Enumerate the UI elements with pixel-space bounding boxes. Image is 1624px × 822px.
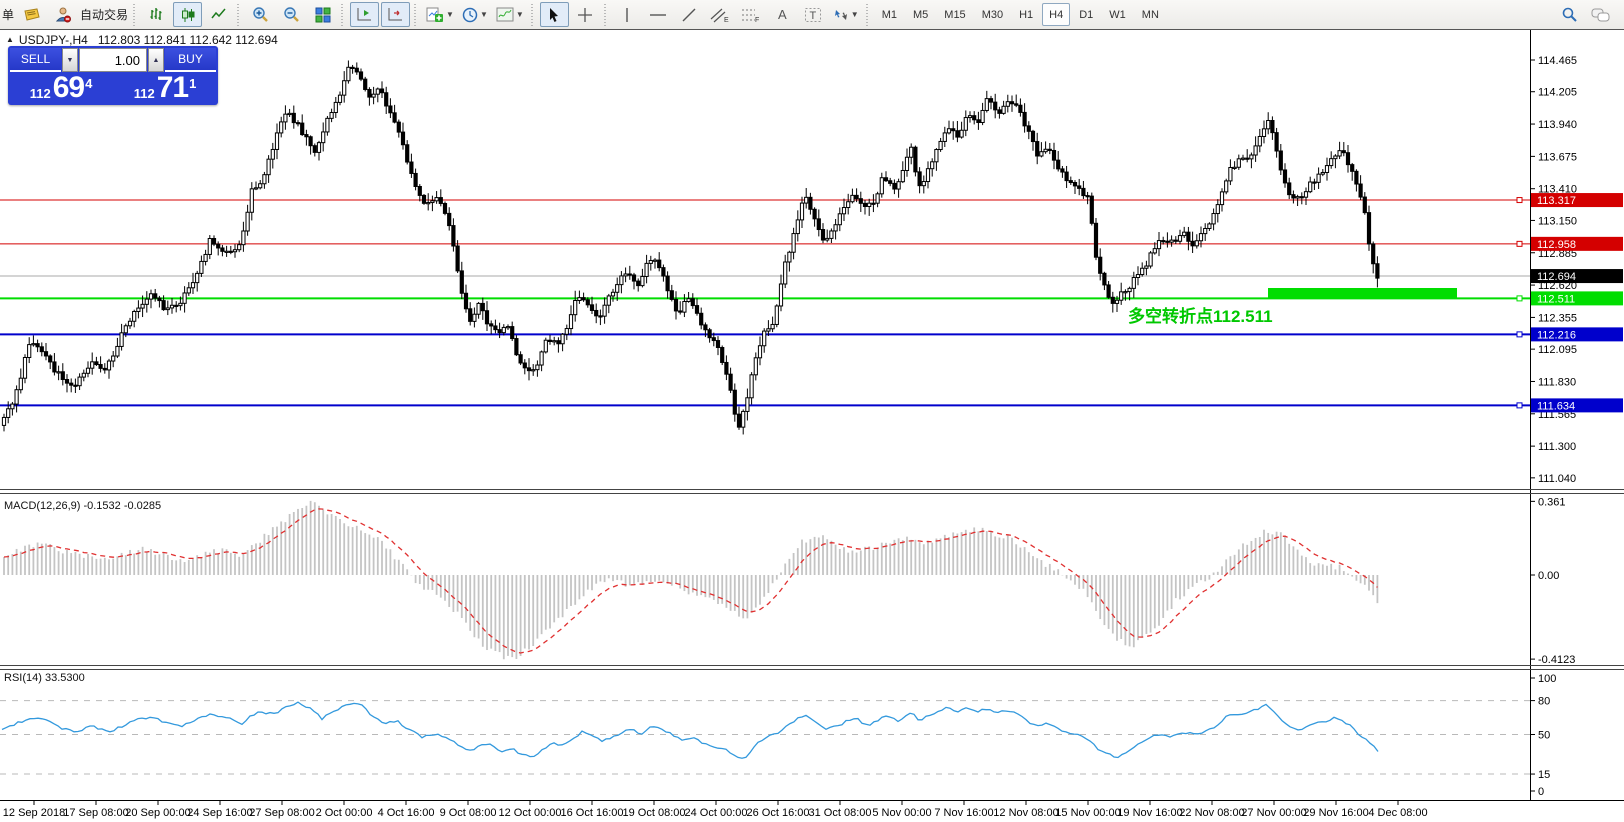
svg-text:113.317: 113.317 [1537, 195, 1576, 207]
sell-price-big: 69 [53, 73, 84, 103]
svg-text:112.694: 112.694 [1537, 271, 1576, 283]
svg-text:27 Nov 00:00: 27 Nov 00:00 [1241, 807, 1306, 819]
pivot-green-bar [1268, 288, 1457, 298]
rsi-indicator-label: RSI(14) 33.5300 [4, 672, 85, 684]
svg-text:114.465: 114.465 [1538, 55, 1577, 67]
svg-text:12 Oct 00:00: 12 Oct 00:00 [499, 807, 562, 819]
svg-text:112.095: 112.095 [1538, 344, 1577, 356]
volume-input[interactable] [79, 48, 147, 72]
svg-text:24 Sep 16:00: 24 Sep 16:00 [187, 807, 252, 819]
svg-text:19 Oct 08:00: 19 Oct 08:00 [623, 807, 686, 819]
sell-price-small: 112 [30, 87, 51, 100]
svg-text:0.361: 0.361 [1538, 496, 1566, 508]
svg-text:20 Sep 00:00: 20 Sep 00:00 [125, 807, 190, 819]
svg-text:111.040: 111.040 [1538, 473, 1576, 485]
volume-up-button[interactable]: ▲ [148, 48, 164, 72]
svg-text:113.675: 113.675 [1538, 151, 1577, 163]
sell-price-pip: 4 [85, 77, 92, 90]
svg-text:15: 15 [1538, 769, 1550, 781]
svg-text:112.511: 112.511 [1537, 293, 1575, 305]
svg-text:29 Nov 16:00: 29 Nov 16:00 [1303, 807, 1368, 819]
svg-text:112.216: 112.216 [1537, 329, 1576, 341]
svg-text:113.150: 113.150 [1538, 215, 1577, 227]
svg-text:2 Oct 00:00: 2 Oct 00:00 [316, 807, 373, 819]
svg-text:16 Oct 16:00: 16 Oct 16:00 [561, 807, 624, 819]
chart-frame [0, 30, 1624, 801]
svg-text:0: 0 [1538, 786, 1544, 798]
one-click-trading-panel: SELL ▼ ▲ BUY 112694 112711 [8, 46, 218, 105]
svg-text:31 Oct 08:00: 31 Oct 08:00 [809, 807, 872, 819]
svg-text:24 Oct 00:00: 24 Oct 00:00 [685, 807, 748, 819]
svg-text:112.958: 112.958 [1537, 239, 1576, 251]
svg-text:-0.4123: -0.4123 [1538, 654, 1575, 666]
buy-price-big: 71 [157, 73, 188, 103]
date-axis: 12 Sep 201817 Sep 08:0020 Sep 00:0024 Se… [3, 800, 1428, 819]
pivot-highlight [1268, 288, 1457, 298]
svg-text:12 Sep 2018: 12 Sep 2018 [3, 807, 65, 819]
svg-text:80: 80 [1538, 696, 1550, 708]
rsi-pane [0, 701, 1530, 774]
svg-text:12 Nov 08:00: 12 Nov 08:00 [993, 807, 1058, 819]
pivot-annotation-text: 多空转折点112.511 [1128, 302, 1273, 327]
svg-text:5 Nov 00:00: 5 Nov 00:00 [872, 807, 931, 819]
symbol-timeframe-label: USDJPY-,H4 [19, 33, 88, 47]
price-axis: 114.465114.205113.940113.675113.410113.1… [1530, 55, 1623, 798]
svg-text:19 Nov 16:00: 19 Nov 16:00 [1117, 807, 1182, 819]
svg-text:113.940: 113.940 [1538, 119, 1577, 131]
chart-canvas[interactable]: 114.465114.205113.940113.675113.410113.1… [0, 0, 1624, 822]
svg-text:111.300: 111.300 [1538, 441, 1576, 453]
candlestick-series [2, 60, 1379, 434]
svg-text:114.205: 114.205 [1538, 87, 1577, 99]
buy-button[interactable]: BUY [165, 48, 216, 72]
rsi-line [2, 702, 1378, 758]
svg-text:111.830: 111.830 [1538, 376, 1576, 388]
svg-text:17 Sep 08:00: 17 Sep 08:00 [63, 807, 128, 819]
svg-text:15 Nov 00:00: 15 Nov 00:00 [1055, 807, 1120, 819]
svg-text:0.00: 0.00 [1538, 570, 1559, 582]
svg-text:7 Nov 16:00: 7 Nov 16:00 [934, 807, 993, 819]
chart-title: ▲ USDJPY-,H4 112.803 112.841 112.642 112.6… [6, 33, 278, 47]
one-click-collapse-icon[interactable]: ▲ [6, 35, 14, 44]
svg-text:22 Nov 08:00: 22 Nov 08:00 [1179, 807, 1244, 819]
volume-down-button[interactable]: ▼ [62, 48, 78, 72]
buy-price-button[interactable]: 112711 [114, 74, 216, 103]
ohlc-values: 112.803 112.841 112.642 112.694 [98, 33, 278, 47]
svg-text:4 Oct 16:00: 4 Oct 16:00 [378, 807, 435, 819]
svg-text:100: 100 [1538, 673, 1556, 685]
svg-text:111.634: 111.634 [1537, 400, 1575, 412]
svg-text:4 Dec 08:00: 4 Dec 08:00 [1368, 807, 1427, 819]
svg-text:27 Sep 08:00: 27 Sep 08:00 [249, 807, 314, 819]
sell-button[interactable]: SELL [10, 48, 61, 72]
svg-text:50: 50 [1538, 730, 1550, 742]
macd-indicator-label: MACD(12,26,9) -0.1532 -0.0285 [4, 500, 161, 512]
svg-text:26 Oct 16:00: 26 Oct 16:00 [747, 807, 810, 819]
buy-price-pip: 1 [189, 77, 196, 90]
svg-text:112.355: 112.355 [1538, 312, 1577, 324]
sell-price-button[interactable]: 112694 [10, 74, 112, 103]
macd-histogram [4, 501, 1377, 659]
price-hlines [0, 198, 1530, 408]
buy-price-small: 112 [134, 87, 155, 100]
svg-text:9 Oct 08:00: 9 Oct 08:00 [440, 807, 497, 819]
